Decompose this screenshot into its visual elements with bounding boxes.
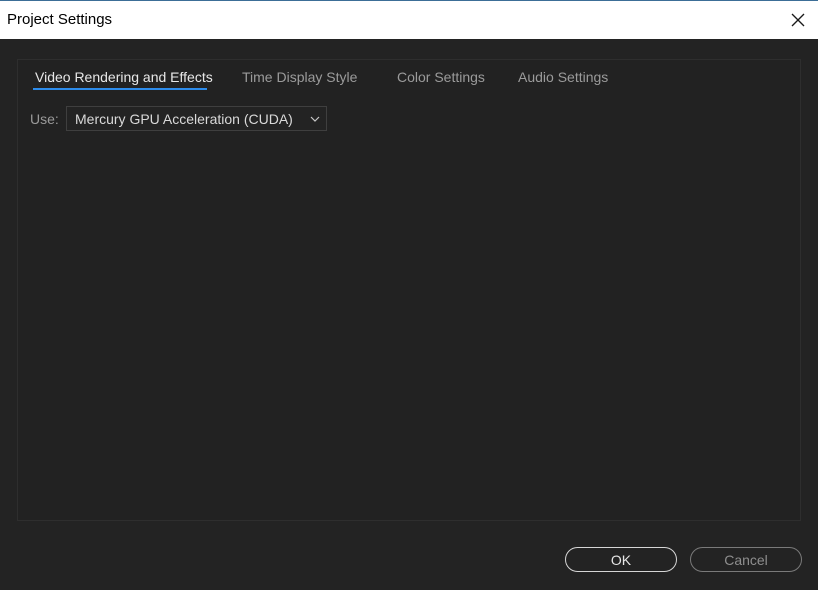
dialog-title: Project Settings — [7, 11, 113, 28]
renderer-select[interactable]: Mercury GPU Acceleration (CUDA) — [66, 106, 327, 131]
tab-color-settings[interactable]: Color Settings — [397, 69, 485, 93]
chevron-down-icon — [310, 116, 320, 122]
active-tab-indicator — [33, 88, 207, 90]
cancel-button[interactable]: Cancel — [690, 547, 802, 572]
settings-panel: Video Rendering and Effects Time Display… — [17, 59, 801, 521]
ok-button[interactable]: OK — [565, 547, 677, 572]
tab-time-display-style[interactable]: Time Display Style — [242, 69, 357, 93]
close-button[interactable] — [784, 6, 812, 34]
tab-audio-settings[interactable]: Audio Settings — [518, 69, 608, 93]
renderer-use-label: Use: — [30, 111, 59, 127]
close-icon — [791, 13, 805, 27]
dialog-titlebar: Project Settings — [0, 0, 818, 39]
renderer-select-value: Mercury GPU Acceleration (CUDA) — [75, 111, 293, 127]
